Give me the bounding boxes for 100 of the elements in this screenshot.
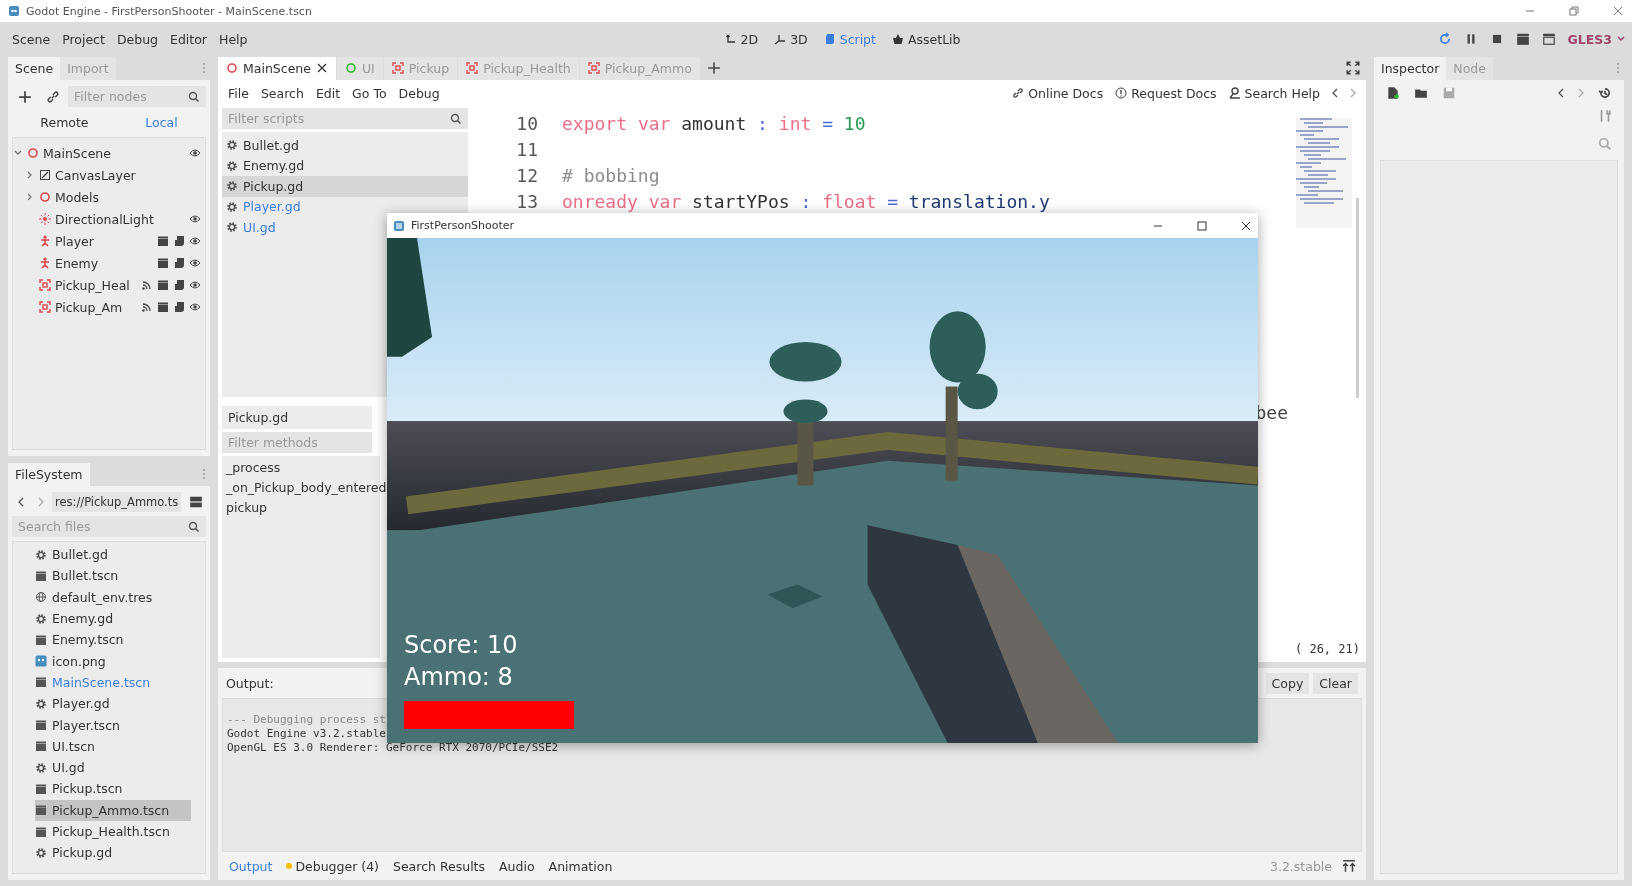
help-link[interactable]: Search Help <box>1222 85 1326 101</box>
script-item[interactable]: Pickup.gd <box>222 176 468 197</box>
help-link[interactable]: Request Docs <box>1109 85 1223 101</box>
bottom-tab[interactable]: Audio <box>492 858 542 874</box>
back-icon[interactable] <box>1331 87 1339 99</box>
method-item[interactable]: pickup <box>226 500 267 518</box>
filesystem-entry[interactable]: Pickup.gd <box>35 842 191 864</box>
filesystem-entry[interactable]: Enemy.tscn <box>35 629 191 651</box>
node-label[interactable]: Pickup_Heal <box>55 277 130 293</box>
clapperboard-icon[interactable] <box>157 257 169 269</box>
menu-item[interactable]: Scene <box>6 31 57 47</box>
renderer-dropdown[interactable]: GLES3 <box>1567 31 1626 47</box>
path-field[interactable]: res://Pickup_Ammo.ts <box>52 492 182 512</box>
scroll-icon[interactable] <box>173 301 185 313</box>
expand-panel-icon[interactable] <box>1342 859 1356 873</box>
menu-item[interactable]: Edit <box>309 85 347 101</box>
link-icon[interactable] <box>46 89 60 104</box>
output-button[interactable]: Clear <box>1313 672 1358 694</box>
split-view-icon[interactable] <box>189 495 204 509</box>
menu-item[interactable]: Search <box>254 85 310 101</box>
method-item[interactable]: _on_Pickup_body_entered <box>226 480 387 498</box>
menu-item[interactable]: Debug <box>392 85 446 101</box>
output-button[interactable]: Copy <box>1265 672 1310 694</box>
close-icon[interactable] <box>315 62 328 74</box>
fullscreen-icon[interactable] <box>1346 61 1360 75</box>
dock-tab[interactable]: Inspector <box>1374 56 1447 80</box>
node-label[interactable]: Enemy <box>55 255 99 271</box>
filesystem-entry[interactable]: Pickup_Health.tscn <box>35 820 191 843</box>
filesystem-entry[interactable]: default_env.tres <box>35 586 191 608</box>
scroll-icon[interactable] <box>173 235 185 247</box>
scroll-icon[interactable] <box>173 279 185 291</box>
node-label[interactable]: Models <box>55 189 100 205</box>
reload-icon[interactable] <box>1437 32 1452 46</box>
mode-tab[interactable]: Local <box>145 114 178 130</box>
filter-field[interactable]: Filter nodes <box>68 86 206 107</box>
workspace-tab[interactable]: AssetLib <box>883 31 969 47</box>
eye-icon[interactable] <box>189 235 201 247</box>
menu-item[interactable]: Project <box>56 31 111 47</box>
filesystem-entry[interactable]: Enemy.gd <box>35 607 191 630</box>
bottom-tab[interactable]: Debugger (4) <box>279 858 386 874</box>
clapperboard-icon[interactable] <box>157 235 169 247</box>
scrollbar[interactable] <box>1356 198 1359 398</box>
filesystem-entry[interactable]: Player.gd <box>35 693 191 715</box>
clapperboard-icon[interactable] <box>1541 32 1556 46</box>
filesystem-entry[interactable]: Pickup.tscn <box>35 778 191 800</box>
workspace-tab[interactable]: 2D <box>716 31 767 47</box>
eye-icon[interactable] <box>189 147 201 159</box>
back-icon[interactable] <box>1557 87 1565 99</box>
clapperboard-icon[interactable] <box>157 279 169 291</box>
script-item[interactable]: Enemy.gd <box>222 155 311 176</box>
eye-icon[interactable] <box>189 279 201 291</box>
filesystem-entry[interactable]: UI.tscn <box>35 735 191 757</box>
mode-tab[interactable]: Remote <box>40 114 89 130</box>
node-label[interactable]: MainScene <box>43 145 111 161</box>
add-icon[interactable] <box>18 89 32 104</box>
new-resource-icon[interactable] <box>1386 86 1400 100</box>
bottom-tab[interactable]: Animation <box>541 858 620 874</box>
history-icon[interactable] <box>1598 86 1612 100</box>
add-icon[interactable] <box>706 61 721 75</box>
filesystem-entry[interactable]: Bullet.gd <box>35 544 191 566</box>
method-item[interactable]: _process <box>226 460 281 478</box>
filesystem-entry[interactable]: Bullet.tscn <box>35 565 191 587</box>
search-field[interactable]: Search files <box>12 516 206 537</box>
menu-item[interactable]: Debug <box>110 31 164 47</box>
menu-item[interactable]: Help <box>213 31 254 47</box>
filesystem-entry[interactable]: Pickup_Ammo.tscn <box>35 799 191 821</box>
filter-field[interactable]: Filter methods <box>222 432 372 453</box>
menu-item[interactable]: File <box>222 85 255 101</box>
dock-tab[interactable]: FileSystem <box>8 462 90 486</box>
editor-tab[interactable]: MainScene <box>218 56 336 80</box>
signal-icon[interactable] <box>141 301 153 313</box>
scroll-icon[interactable] <box>173 257 185 269</box>
workspace-tab[interactable]: 3D <box>766 31 816 47</box>
eye-icon[interactable] <box>189 257 201 269</box>
script-item[interactable]: Bullet.gd <box>222 135 305 156</box>
close-icon[interactable] <box>1240 219 1252 232</box>
maximize-icon[interactable] <box>1196 219 1208 232</box>
eye-icon[interactable] <box>189 213 201 225</box>
filesystem-entry[interactable]: UI.gd <box>35 756 191 779</box>
help-link[interactable]: Online Docs <box>1006 85 1110 101</box>
signal-icon[interactable] <box>141 279 153 291</box>
eye-icon[interactable] <box>189 301 201 313</box>
bottom-tab[interactable]: Output <box>222 858 280 874</box>
node-label[interactable]: CanvasLayer <box>55 167 136 183</box>
clapperboard-icon[interactable] <box>157 301 169 313</box>
back-icon[interactable] <box>17 496 25 508</box>
node-label[interactable]: Pickup_Am <box>55 299 123 315</box>
restore-icon[interactable] <box>1568 5 1580 17</box>
score-label: Score: 10 <box>404 631 519 659</box>
bottom-tab[interactable]: Search Results <box>386 858 493 874</box>
node-label[interactable]: Player <box>55 233 94 249</box>
tools-icon[interactable] <box>1598 109 1612 123</box>
menu-item[interactable]: Editor <box>164 31 213 47</box>
dock-tab[interactable]: Scene <box>8 56 61 80</box>
filesystem-entry[interactable]: icon.png <box>35 650 191 672</box>
filter-field[interactable]: Filter scripts <box>222 108 468 129</box>
menu-item[interactable]: Go To <box>346 85 393 101</box>
node-label[interactable]: DirectionalLight <box>55 211 154 227</box>
clapperboard-icon[interactable] <box>1515 32 1530 46</box>
filesystem-entry[interactable]: Player.tscn <box>35 714 191 736</box>
